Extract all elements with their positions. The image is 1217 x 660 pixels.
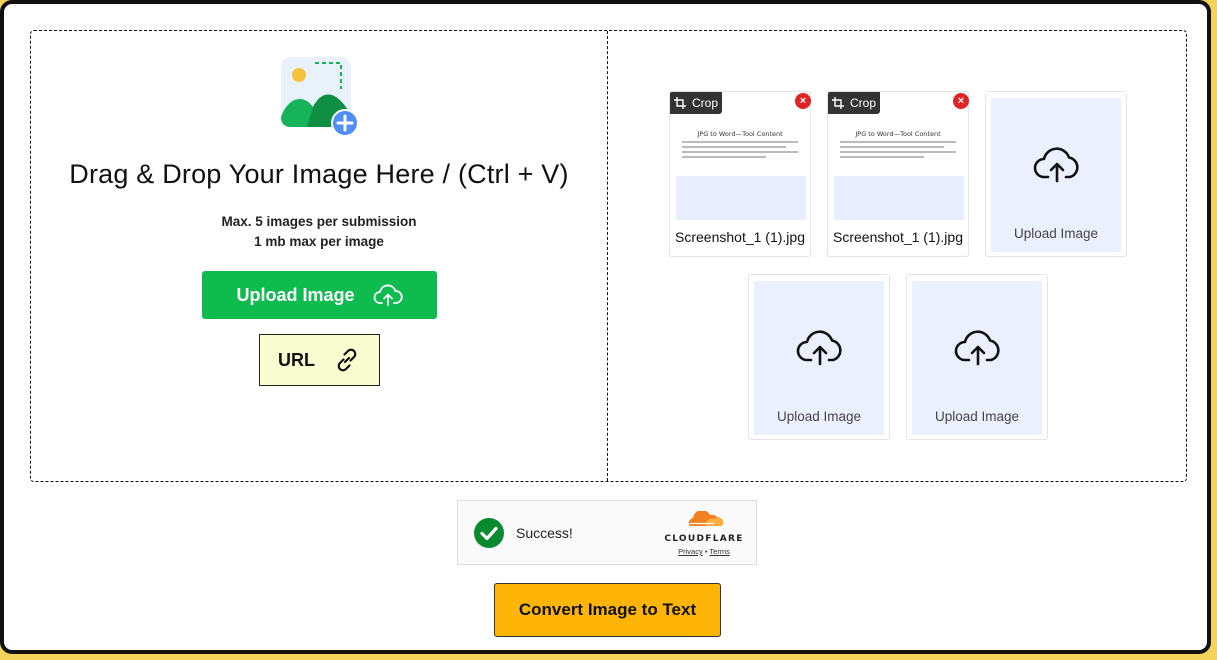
thumbnail-doc-title: JPG to Word—Tool Content	[697, 130, 783, 138]
crop-label: Crop	[691, 96, 718, 110]
terms-link[interactable]: Terms	[709, 547, 729, 556]
file-name: Screenshot_1 (1).jpg	[833, 229, 963, 245]
thumbnail-image-block	[676, 176, 806, 220]
upload-slot-button[interactable]: Upload Image	[754, 281, 884, 435]
success-check-icon	[474, 518, 504, 548]
crop-button[interactable]: Crop	[670, 92, 722, 114]
link-icon	[337, 348, 357, 372]
thumbnail-image-block	[834, 176, 964, 220]
close-icon: ×	[799, 95, 807, 107]
thumbnail-text-line	[682, 156, 766, 158]
cloudflare-wordmark: CLOUDFLARE	[664, 534, 744, 544]
cloud-upload-icon	[1033, 147, 1079, 183]
crop-icon	[831, 97, 844, 109]
captcha-links: Privacy • Terms	[664, 547, 744, 556]
cloud-upload-icon	[373, 284, 403, 306]
remove-image-button[interactable]: ×	[953, 93, 969, 109]
image-thumbnail[interactable]: JPG to Word—Tool Content	[674, 96, 806, 220]
thumbnail-doc-title: JPG to Word—Tool Content	[855, 130, 941, 138]
upload-slot-label: Upload Image	[1013, 226, 1099, 241]
thumbnail-text-line	[682, 146, 786, 148]
cloud-upload-icon	[954, 330, 1000, 366]
cloud-upload-icon	[796, 330, 842, 366]
image-thumbnail[interactable]: JPG to Word—Tool Content	[832, 96, 964, 220]
limit-images: Max. 5 images per submission	[221, 214, 417, 229]
empty-upload-slot: Upload Image	[985, 91, 1127, 257]
uploaded-image-card: JPG to Word—Tool Content Crop × Screensh…	[827, 91, 969, 257]
thumbnail-text-line	[840, 146, 944, 148]
add-image-icon	[281, 57, 359, 137]
cloudflare-captcha-widget[interactable]: Success! CLOUDFLARE Privacy • Terms	[457, 500, 757, 565]
dropzone-title: Drag & Drop Your Image Here / (Ctrl + V)	[69, 159, 569, 189]
limit-size: 1 mb max per image	[254, 234, 384, 249]
image-dropzone[interactable]: Drag & Drop Your Image Here / (Ctrl + V)…	[30, 30, 1187, 482]
upload-image-label: Upload Image	[236, 284, 355, 305]
convert-image-to-text-button[interactable]: Convert Image to Text	[494, 583, 721, 637]
upload-slot-button[interactable]: Upload Image	[991, 98, 1121, 252]
url-button[interactable]: URL	[259, 334, 380, 386]
panel-divider	[607, 31, 608, 481]
upload-limits: Max. 5 images per submission 1 mb max pe…	[31, 212, 607, 252]
tool-frame: Drag & Drop Your Image Here / (Ctrl + V)…	[0, 0, 1211, 654]
cloudflare-logo: CLOUDFLARE Privacy • Terms	[664, 510, 744, 556]
thumbnail-text-line	[840, 156, 924, 158]
url-label: URL	[278, 349, 315, 370]
file-name: Screenshot_1 (1).jpg	[675, 229, 805, 245]
empty-upload-slot: Upload Image	[906, 274, 1048, 440]
upload-slot-label: Upload Image	[776, 409, 862, 424]
privacy-link[interactable]: Privacy	[678, 547, 703, 556]
thumbnail-text-line	[682, 141, 798, 143]
dropzone-left-panel: Drag & Drop Your Image Here / (Ctrl + V)…	[31, 31, 607, 481]
upload-slot-label: Upload Image	[934, 409, 1020, 424]
crop-button[interactable]: Crop	[828, 92, 880, 114]
close-icon: ×	[957, 95, 965, 107]
remove-image-button[interactable]: ×	[795, 93, 811, 109]
captcha-status: Success!	[516, 525, 573, 541]
empty-upload-slot: Upload Image	[748, 274, 890, 440]
crop-icon	[673, 97, 686, 109]
cloudflare-cloud-icon	[688, 510, 724, 526]
thumbnail-text-line	[682, 151, 798, 153]
uploaded-image-card: JPG to Word—Tool Content Crop × Screensh…	[669, 91, 811, 257]
crop-label: Crop	[849, 96, 876, 110]
thumbnail-text-line	[840, 151, 956, 153]
link-separator: •	[704, 547, 708, 556]
uploaded-images-panel: JPG to Word—Tool Content Crop × Screensh…	[609, 31, 1186, 481]
upload-slot-button[interactable]: Upload Image	[912, 281, 1042, 435]
thumbnail-text-line	[840, 141, 956, 143]
upload-image-button[interactable]: Upload Image	[202, 271, 437, 319]
